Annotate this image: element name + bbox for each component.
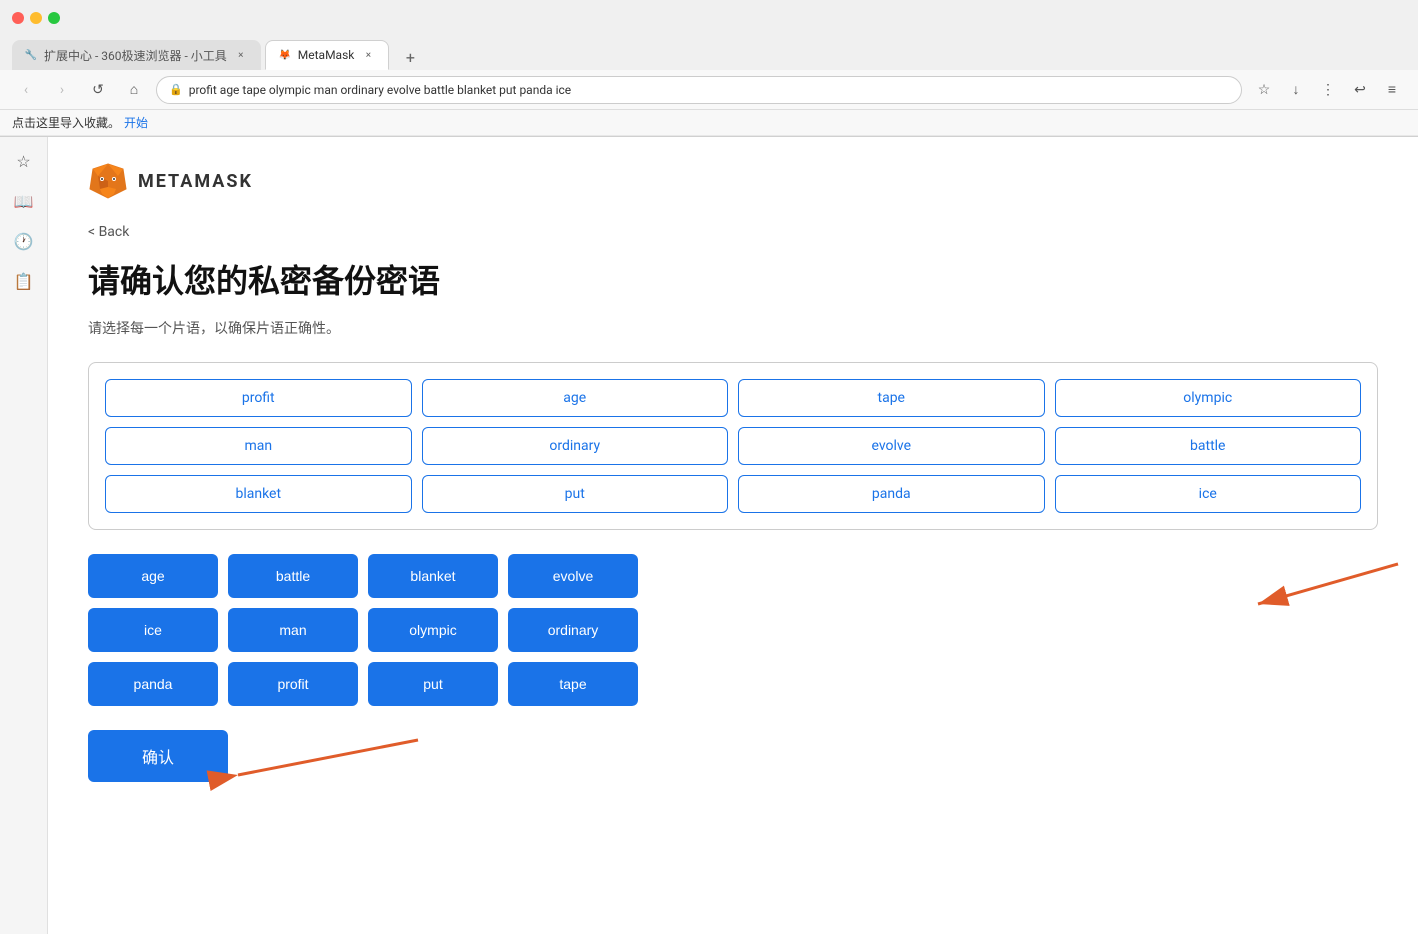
metamask-brand: METAMASK xyxy=(138,171,253,192)
window-close-button[interactable] xyxy=(12,12,24,24)
metamask-logo xyxy=(88,161,128,201)
back-link[interactable]: < Back xyxy=(88,224,129,240)
add-tab-button[interactable]: + xyxy=(397,44,423,70)
address-bar[interactable]: 🔒 profit age tape olympic man ordinary e… xyxy=(156,76,1242,104)
selected-word-ice[interactable]: ice xyxy=(1055,475,1362,513)
selected-word-battle[interactable]: battle xyxy=(1055,427,1362,465)
tab-metamask-label: MetaMask xyxy=(298,48,355,62)
home-button[interactable]: ⌂ xyxy=(120,76,148,104)
tab-extensions-label: 扩展中心 - 360极速浏览器 - 小工具 xyxy=(44,47,227,64)
available-word-grid: age battle blanket evolve ice man olympi… xyxy=(88,554,638,706)
selected-word-panda[interactable]: panda xyxy=(738,475,1045,513)
page-subtitle: 请选择每一个片语，以确保片语正确性。 xyxy=(88,318,1378,338)
bookmark-bar-link[interactable]: 开始 xyxy=(124,114,148,131)
word-button-ordinary[interactable]: ordinary xyxy=(508,608,638,652)
sidebar-icon-history[interactable]: 🕐 xyxy=(12,229,36,253)
sidebar-icon-notes[interactable]: 📋 xyxy=(12,269,36,293)
arrow-right-indicator xyxy=(1198,554,1398,634)
word-button-profit[interactable]: profit xyxy=(228,662,358,706)
selected-word-put[interactable]: put xyxy=(422,475,729,513)
word-buttons-container: age battle blanket evolve ice man olympi… xyxy=(88,554,1378,706)
tab-metamask-close[interactable]: × xyxy=(360,47,376,63)
window-minimize-button[interactable] xyxy=(30,12,42,24)
selected-word-man[interactable]: man xyxy=(105,427,412,465)
tabs-bar: 🔧 扩展中心 - 360极速浏览器 - 小工具 × 🦊 MetaMask × + xyxy=(0,36,1418,70)
page-title: 请确认您的私密备份密语 xyxy=(88,256,1378,302)
selected-word-blanket[interactable]: blanket xyxy=(105,475,412,513)
more-tools-button[interactable]: ⋮ xyxy=(1314,76,1342,104)
word-button-panda[interactable]: panda xyxy=(88,662,218,706)
selected-word-tape[interactable]: tape xyxy=(738,379,1045,417)
main-container: ☆ 📖 🕐 📋 METAMASK xyxy=(0,137,1418,934)
address-lock-icon: 🔒 xyxy=(169,83,183,96)
tab-metamask-favicon: 🦊 xyxy=(278,48,292,62)
arrow-left-indicator xyxy=(218,720,418,790)
menu-button[interactable]: ≡ xyxy=(1378,76,1406,104)
selection-word-grid: profit age tape olympic man ordinary evo… xyxy=(105,379,1361,513)
bookmark-bar-text: 点击这里导入收藏。 xyxy=(12,114,120,131)
tab-extensions-close[interactable]: × xyxy=(233,47,249,63)
confirm-button[interactable]: 确认 xyxy=(88,730,228,782)
sidebar: ☆ 📖 🕐 📋 xyxy=(0,137,48,934)
selected-word-evolve[interactable]: evolve xyxy=(738,427,1045,465)
nav-actions: ☆ ↓ ⋮ ↩ ≡ xyxy=(1250,76,1406,104)
selected-word-profit[interactable]: profit xyxy=(105,379,412,417)
forward-button[interactable]: › xyxy=(48,76,76,104)
undo-button[interactable]: ↩ xyxy=(1346,76,1374,104)
word-button-battle[interactable]: battle xyxy=(228,554,358,598)
window-controls xyxy=(12,12,60,24)
window-maximize-button[interactable] xyxy=(48,12,60,24)
browser-chrome: 🔧 扩展中心 - 360极速浏览器 - 小工具 × 🦊 MetaMask × +… xyxy=(0,0,1418,137)
bookmark-bar: 点击这里导入收藏。 开始 xyxy=(0,110,1418,136)
refresh-button[interactable]: ↺ xyxy=(84,76,112,104)
download-button[interactable]: ↓ xyxy=(1282,76,1310,104)
word-button-tape[interactable]: tape xyxy=(508,662,638,706)
nav-bar: ‹ › ↺ ⌂ 🔒 profit age tape olympic man or… xyxy=(0,70,1418,110)
sidebar-icon-star[interactable]: ☆ xyxy=(12,149,36,173)
content-area: METAMASK < Back 请确认您的私密备份密语 请选择每一个片语，以确保… xyxy=(48,137,1418,934)
selected-word-age[interactable]: age xyxy=(422,379,729,417)
metamask-header: METAMASK xyxy=(88,161,1378,201)
tab-metamask[interactable]: 🦊 MetaMask × xyxy=(265,40,390,70)
sidebar-icon-book[interactable]: 📖 xyxy=(12,189,36,213)
tab-extensions-favicon: 🔧 xyxy=(24,48,38,62)
bookmark-button[interactable]: ☆ xyxy=(1250,76,1278,104)
word-button-olympic[interactable]: olympic xyxy=(368,608,498,652)
selected-word-olympic[interactable]: olympic xyxy=(1055,379,1362,417)
word-button-age[interactable]: age xyxy=(88,554,218,598)
word-button-evolve[interactable]: evolve xyxy=(508,554,638,598)
tab-extensions[interactable]: 🔧 扩展中心 - 360极速浏览器 - 小工具 × xyxy=(12,40,261,70)
word-selection-area: profit age tape olympic man ordinary evo… xyxy=(88,362,1378,530)
title-bar xyxy=(0,0,1418,36)
selected-word-ordinary[interactable]: ordinary xyxy=(422,427,729,465)
word-button-ice[interactable]: ice xyxy=(88,608,218,652)
word-button-man[interactable]: man xyxy=(228,608,358,652)
back-button[interactable]: ‹ xyxy=(12,76,40,104)
word-button-blanket[interactable]: blanket xyxy=(368,554,498,598)
confirm-section: 确认 xyxy=(88,730,1378,782)
address-text: profit age tape olympic man ordinary evo… xyxy=(189,83,571,97)
word-button-put[interactable]: put xyxy=(368,662,498,706)
